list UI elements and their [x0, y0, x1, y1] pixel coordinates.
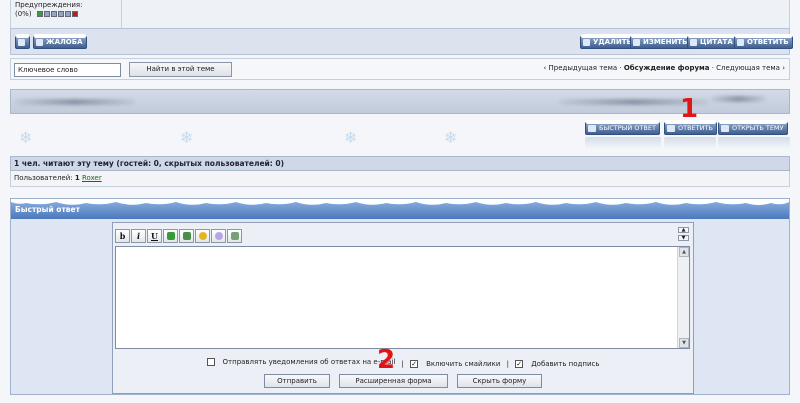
warning-box: [65, 11, 71, 17]
quote-button[interactable]: ЦИТАТА: [687, 34, 737, 49]
scroll-down-icon[interactable]: ▼: [679, 338, 689, 348]
readers-list: Пользователей: 1 Roxer: [10, 171, 790, 187]
textarea-scrollbar[interactable]: ▲ ▼: [677, 247, 689, 348]
editor-resize-control[interactable]: ▲ ▼: [678, 227, 690, 243]
new-topic-label: ОТКРЫТЬ ТЕМУ: [732, 124, 784, 132]
warning-box: [51, 11, 57, 17]
delete-label: УДАЛИТЬ: [593, 38, 632, 46]
warning-box: [72, 11, 78, 17]
user-link[interactable]: Roxer: [82, 174, 102, 182]
bold-button[interactable]: b: [115, 229, 130, 243]
smilies-label: Включить смайлики: [426, 360, 501, 368]
notify-label: Отправлять уведомления об ответах на e-m…: [222, 358, 396, 366]
users-label: Пользователей:: [14, 174, 73, 182]
reply-label: ОТВЕТИТЬ: [747, 38, 789, 46]
edit-button[interactable]: ИЗМЕНИТЬ: [630, 34, 692, 49]
snowflake-icon: ❄: [19, 128, 33, 147]
expand-icon[interactable]: ▲: [678, 227, 689, 233]
underline-button[interactable]: U: [147, 229, 162, 243]
warning-box: [58, 11, 64, 17]
advanced-form-button[interactable]: Расширенная форма: [339, 374, 448, 388]
annotation-marker-1: 1: [680, 94, 699, 124]
nav-separator: ·: [617, 64, 624, 72]
quick-reply-button[interactable]: БЫСТРЫЙ ОТВЕТ: [585, 120, 660, 135]
quote-label: ЦИТАТА: [700, 38, 733, 46]
button-reflection: [585, 137, 661, 149]
blurred-title-bar: [10, 89, 790, 114]
search-input[interactable]: [14, 63, 121, 77]
prev-topic-link[interactable]: ‹ Предыдущая тема: [543, 64, 617, 72]
snowflake-icon: ❄: [444, 128, 458, 147]
topic-search-row: Найти в этой теме ‹ Предыдущая тема · Об…: [10, 58, 790, 80]
topic-navigation: ‹ Предыдущая тема · Обсуждение форума · …: [543, 64, 785, 72]
submit-button[interactable]: Отправить: [264, 374, 330, 388]
image-icon[interactable]: [179, 229, 194, 243]
snowflake-icon: ❄: [344, 128, 358, 147]
reply-actions: Отправить Расширенная форма Скрыть форму: [113, 374, 693, 388]
next-topic-link[interactable]: Следующая тема ›: [716, 64, 785, 72]
hide-form-button[interactable]: Скрыть форму: [457, 374, 542, 388]
post-textarea[interactable]: [115, 246, 690, 349]
smilies-option[interactable]: ✓ Включить смайлики: [410, 360, 500, 368]
shrink-icon[interactable]: ▼: [678, 235, 689, 241]
warnings-label: Предупреждения:: [15, 1, 83, 9]
options-separator: |: [401, 360, 404, 368]
report-button[interactable]: ЖАЛОБА: [33, 34, 87, 49]
users-count: 1: [74, 174, 80, 182]
signature-option[interactable]: ✓ Добавить подпись: [515, 360, 599, 368]
spoiler-icon[interactable]: [227, 229, 242, 243]
post-info-strip: Предупреждения: (0%): [10, 0, 790, 28]
quick-reply-header: Быстрый ответ: [11, 199, 789, 219]
options-separator: |: [506, 360, 509, 368]
smiley-icon[interactable]: [195, 229, 210, 243]
notify-option[interactable]: Отправлять уведомления об ответах на e-m…: [206, 358, 396, 366]
reply-button[interactable]: ОТВЕТИТЬ: [734, 34, 793, 49]
warnings-percent: (0%): [15, 10, 32, 18]
delete-button[interactable]: УДАЛИТЬ: [580, 34, 636, 49]
reply-options: Отправлять уведомления об ответах на e-m…: [113, 358, 693, 368]
search-topic-button[interactable]: Найти в этой теме: [129, 62, 232, 77]
add-reply-label: ОТВЕТИТЬ: [678, 124, 713, 132]
blurred-text: [711, 96, 766, 102]
new-topic-button[interactable]: ОТКРЫТЬ ТЕМУ: [718, 120, 788, 135]
signature-label: Добавить подпись: [531, 360, 600, 368]
italic-button[interactable]: i: [131, 229, 146, 243]
edit-label: ИЗМЕНИТЬ: [643, 38, 688, 46]
arrow-up-button[interactable]: [15, 34, 30, 49]
editor-toolbar: b i U: [115, 229, 242, 243]
snow-cap-decoration: [11, 199, 789, 205]
warning-box: [37, 11, 43, 17]
quick-reply-title: Быстрый ответ: [15, 205, 80, 214]
link-icon[interactable]: [163, 229, 178, 243]
blurred-text: [15, 99, 135, 105]
warning-box: [44, 11, 50, 17]
notify-checkbox[interactable]: [206, 358, 215, 366]
signature-checkbox[interactable]: ✓: [515, 360, 524, 368]
warning-level-meter: [37, 11, 78, 17]
snowflake-icon: ❄: [180, 128, 194, 147]
post-button-bar: ЖАЛОБА УДАЛИТЬ ИЗМЕНИТЬ ЦИТАТА ОТВЕТИТЬ: [10, 28, 793, 55]
scroll-up-icon[interactable]: ▲: [679, 247, 689, 257]
forum-link[interactable]: Обсуждение форума: [624, 64, 710, 72]
annotation-marker-2: 2: [377, 345, 396, 375]
column-divider: [121, 0, 122, 28]
button-reflection: [664, 137, 716, 149]
report-label: ЖАЛОБА: [46, 38, 83, 46]
quick-reply-label: БЫСТРЫЙ ОТВЕТ: [599, 124, 656, 132]
smilies-checkbox[interactable]: ✓: [410, 360, 419, 368]
button-reflection: [718, 137, 790, 149]
reply-editor: b i U ▲ ▼ ▲ ▼ Отправлять уведомления об …: [112, 222, 694, 394]
quote-icon[interactable]: [211, 229, 226, 243]
readers-heading: 1 чел. читают эту тему (гостей: 0, скрыт…: [10, 156, 790, 171]
